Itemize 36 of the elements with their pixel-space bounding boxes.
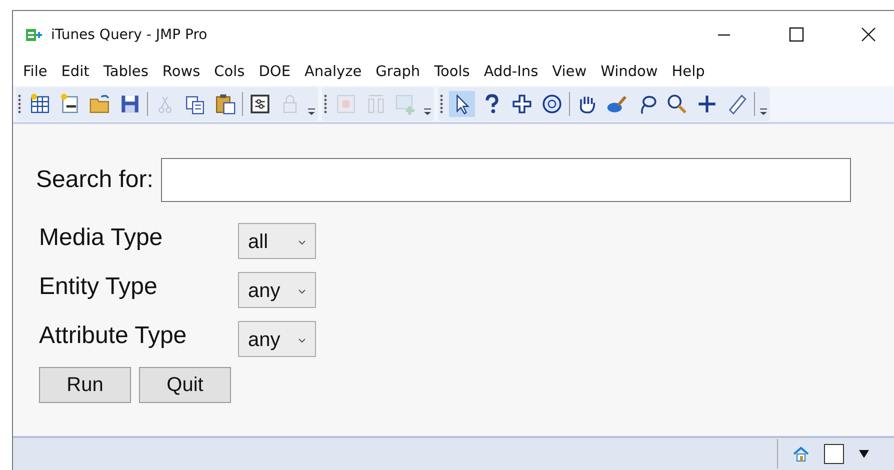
search-label: Search for: (36, 166, 154, 194)
grip-icon (324, 93, 327, 115)
type-dropdown[interactable]: any (238, 320, 316, 356)
action-button[interactable]: Quit (139, 367, 231, 403)
dropdown-arrow-icon[interactable] (858, 449, 870, 459)
grip-icon (440, 93, 443, 115)
type-dropdown[interactable]: any (238, 272, 316, 308)
menu-item[interactable]: Cols (214, 64, 245, 80)
chevron-icon (298, 288, 306, 294)
window-title: iTunes Query - JMP Pro (51, 26, 208, 42)
option-label: Media Type (39, 224, 164, 252)
overflow-icon[interactable] (423, 108, 432, 116)
menu-item[interactable]: Tables (103, 64, 148, 80)
chevron-icon (298, 338, 306, 342)
menu-item[interactable]: File (23, 64, 48, 80)
grip-icon (18, 93, 21, 115)
checkbox[interactable] (824, 444, 844, 464)
menu-item[interactable]: DOE (258, 64, 290, 80)
action-button[interactable]: Run (39, 367, 131, 403)
menu-item[interactable]: Edit (61, 64, 90, 80)
menu-item[interactable]: Graph (376, 64, 420, 80)
menu-item[interactable]: Tools (434, 64, 470, 80)
chevron-icon (298, 240, 306, 244)
search-field[interactable] (161, 158, 852, 202)
overflow-icon[interactable] (759, 108, 768, 116)
menu-item[interactable]: Help (672, 64, 705, 80)
option-label: Attribute Type (39, 322, 188, 350)
menu-item[interactable]: Window (600, 64, 658, 80)
menu-item[interactable]: Rows (162, 64, 200, 80)
menu-item[interactable]: Analyze (304, 64, 362, 80)
menu-item[interactable]: View (552, 64, 587, 80)
home-icon[interactable] (792, 446, 810, 462)
type-dropdown[interactable]: all (238, 222, 316, 258)
overflow-icon[interactable] (307, 108, 316, 116)
menu-item[interactable]: Add-Ins (484, 64, 538, 80)
option-label: Entity Type (39, 272, 158, 300)
